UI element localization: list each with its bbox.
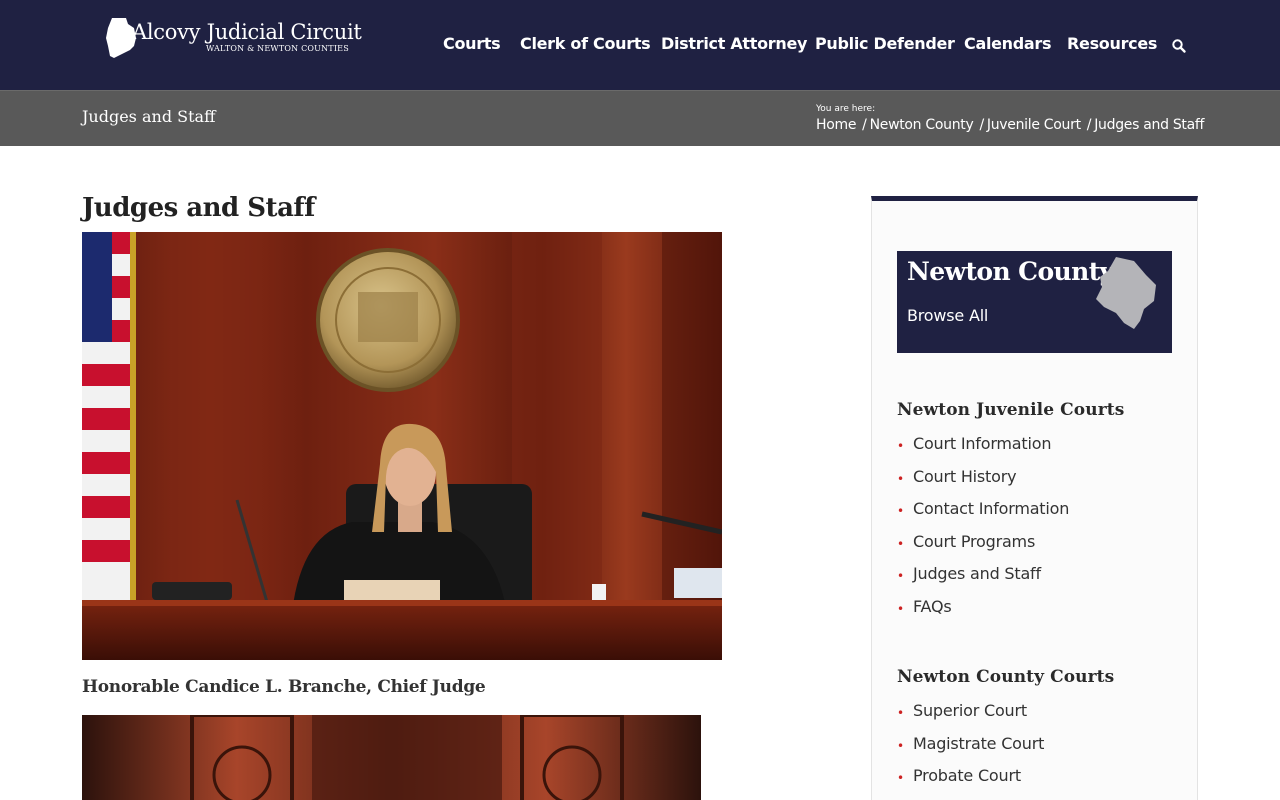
breadcrumb-current: Judges and Staff — [1094, 117, 1205, 133]
sidebar-link-label: FAQs — [913, 596, 952, 616]
juvenile-courts-links: • Court Information • Court History • Conta… — [897, 434, 1069, 629]
bullet-icon: • — [897, 471, 904, 486]
nav-district-attorney[interactable]: District Attorney — [661, 34, 807, 53]
sidebar-link-label: Court History — [913, 466, 1017, 486]
county-courts-links: • Superior Court • Magistrate Court • Proba… — [897, 701, 1044, 799]
sidebar-link-label: Contact Information — [913, 499, 1070, 518]
breadcrumb-separator: / — [862, 117, 867, 133]
titlebar-title: Judges and Staff — [82, 107, 216, 126]
breadcrumb-label: You are here: — [816, 104, 876, 114]
courtroom-photo-illustration — [82, 715, 701, 800]
bullet-icon: • — [897, 706, 904, 720]
sidebar-link-label: Probate Court — [913, 766, 1021, 785]
nav-public-defender[interactable]: Public Defender — [815, 34, 955, 53]
county-courts-heading: Newton County Courts — [897, 667, 1115, 687]
newton-county-banner[interactable]: Newton County Browse All — [897, 251, 1172, 353]
sidebar-link-label: Superior Court — [913, 701, 1027, 720]
bullet-icon: • — [897, 504, 904, 518]
sidebar-link-label: Judges and Staff — [913, 564, 1041, 583]
bullet-icon: • — [897, 439, 904, 453]
breadcrumb-home[interactable]: Home — [816, 117, 856, 133]
sidebar: Newton County Browse All Newton Juvenile… — [871, 196, 1198, 800]
sidebar-link-label: Court Information — [913, 434, 1052, 453]
sidebar-link-superior-court[interactable]: • Superior Court — [897, 701, 1044, 734]
breadcrumb-juvenile-court[interactable]: Juvenile Court — [987, 117, 1081, 133]
main-nav: Courts Clerk of Courts District Attorney… — [0, 34, 1280, 58]
page-heading: Judges and Staff — [82, 193, 315, 223]
bullet-icon: • — [897, 601, 904, 616]
sidebar-link-court-information[interactable]: • Court Information — [897, 434, 1069, 467]
judge-photo-illustration — [82, 232, 722, 660]
breadcrumb: Home / Newton County / Juvenile Court / Judges… — [816, 117, 1204, 133]
bullet-icon: • — [897, 771, 904, 785]
sidebar-link-faqs[interactable]: • FAQs — [897, 597, 1069, 630]
breadcrumb-separator: / — [979, 117, 984, 133]
sidebar-link-contact-information[interactable]: • Contact Information — [897, 499, 1069, 532]
judge-photo — [82, 232, 722, 660]
search-icon[interactable] — [1171, 38, 1187, 54]
newton-county-map-icon — [1096, 257, 1156, 329]
sidebar-link-court-programs[interactable]: • Court Programs — [897, 532, 1069, 565]
courtroom-photo — [82, 715, 701, 800]
county-banner-title: Newton County — [907, 257, 1114, 286]
sidebar-link-label: Court Programs — [913, 531, 1036, 551]
breadcrumb-separator: / — [1086, 117, 1092, 133]
bullet-icon: • — [897, 536, 904, 551]
sidebar-link-magistrate-court[interactable]: • Magistrate Court — [897, 734, 1044, 767]
sidebar-link-court-history[interactable]: • Court History — [897, 467, 1069, 500]
browse-all-link[interactable]: Browse All — [907, 306, 988, 325]
breadcrumb-newton-county[interactable]: Newton County — [870, 117, 974, 133]
judge-caption: Honorable Candice L. Branche, Chief Judg… — [82, 677, 486, 697]
sidebar-link-judges-and-staff[interactable]: • Judges and Staff — [897, 564, 1069, 597]
nav-courts[interactable]: Courts — [443, 34, 501, 53]
site-header: Alcovy Judicial Circuit WALTON & NEWTON … — [0, 0, 1280, 90]
juvenile-courts-heading: Newton Juvenile Courts — [897, 400, 1125, 420]
bullet-icon: • — [897, 738, 904, 753]
sidebar-link-probate-court[interactable]: • Probate Court — [897, 766, 1044, 799]
nav-resources[interactable]: Resources — [1067, 34, 1157, 53]
bullet-icon: • — [897, 569, 904, 583]
nav-calendars[interactable]: Calendars — [964, 34, 1052, 53]
nav-clerk-of-courts[interactable]: Clerk of Courts — [520, 34, 651, 53]
page-title-bar: Judges and Staff You are here: Home / Newt… — [0, 90, 1280, 146]
sidebar-link-label: Magistrate Court — [913, 733, 1045, 753]
